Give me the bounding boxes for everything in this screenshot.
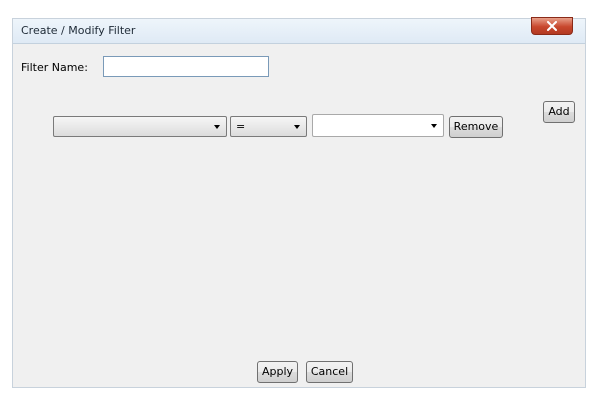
- close-x-icon: [547, 21, 557, 31]
- create-modify-filter-dialog: Create / Modify Filter Filter Name: Add …: [12, 17, 586, 388]
- value-dropdown[interactable]: [312, 114, 444, 137]
- chevron-down-icon: [431, 124, 437, 128]
- operator-dropdown[interactable]: =: [230, 116, 307, 137]
- window-title: Create / Modify Filter: [21, 24, 136, 37]
- field-dropdown[interactable]: [53, 116, 227, 137]
- cancel-button[interactable]: Cancel: [306, 361, 353, 383]
- add-button[interactable]: Add: [543, 101, 575, 123]
- remove-button[interactable]: Remove: [449, 116, 503, 138]
- filter-name-input[interactable]: [103, 56, 269, 77]
- chevron-down-icon: [294, 125, 300, 129]
- title-bar[interactable]: Create / Modify Filter: [13, 17, 585, 44]
- chevron-down-icon: [214, 125, 220, 129]
- filter-name-label: Filter Name:: [21, 61, 88, 74]
- apply-button[interactable]: Apply: [257, 361, 298, 383]
- operator-dropdown-value: =: [236, 120, 246, 133]
- close-button[interactable]: [531, 17, 573, 35]
